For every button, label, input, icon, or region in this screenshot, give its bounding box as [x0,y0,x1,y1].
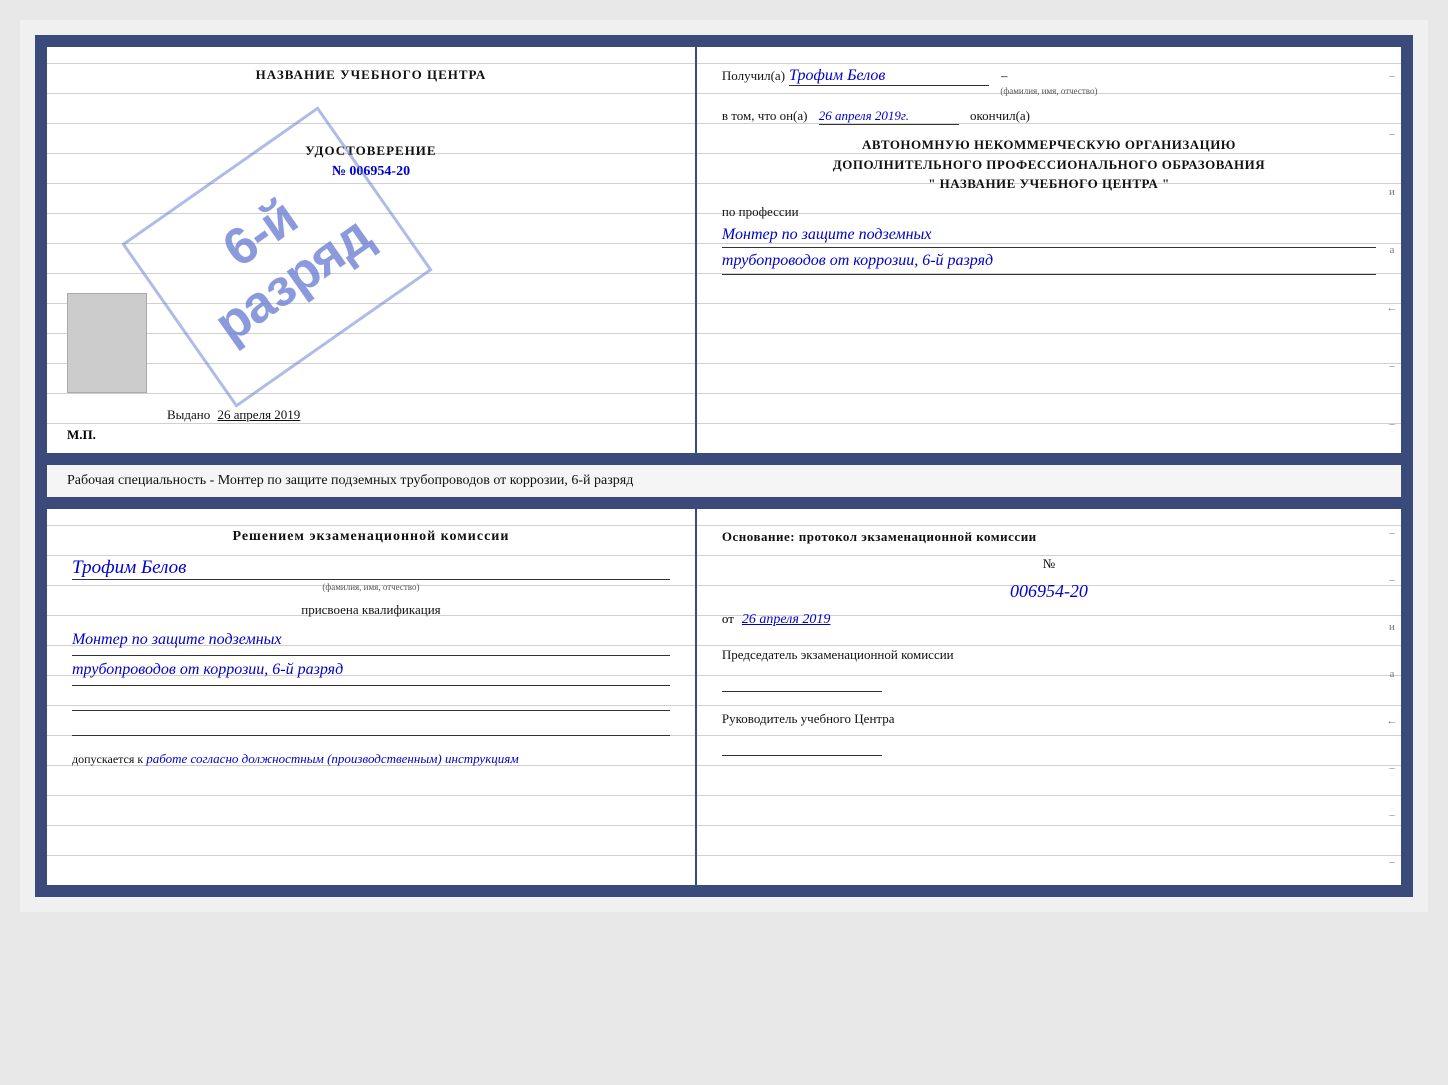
protocol-number-block: № 006954-20 [722,555,1376,602]
vydano-date: 26 апреля 2019 [218,407,301,422]
udost-label: УДОСТОВЕРЕНИЕ [72,143,670,159]
rukovoditel-label: Руководитель учебного Центра [722,710,1376,728]
poluchil-label: Получил(а) [722,68,785,83]
predsedatel-block: Председатель экзаменационной комиссии [722,646,1376,692]
dash-top: – [1001,68,1008,83]
profession-line1: Монтер по защите подземных [722,222,1376,249]
protocol-number: 006954-20 [722,581,1376,602]
org-block: АВТОНОМНУЮ НЕКОММЕРЧЕСКУЮ ОРГАНИЗАЦИЮ ДО… [722,135,1376,194]
cert-bottom-right: Основание: протокол экзаменационной коми… [697,509,1401,885]
certificate-bottom: Решением экзаменационной комиссии Трофим… [35,497,1413,897]
udost-section: УДОСТОВЕРЕНИЕ № 006954-20 [72,143,670,180]
side-dashes-bottom: ––иа←––– [1383,509,1401,885]
top-left-title: НАЗВАНИЕ УЧЕБНОГО ЦЕНТРА [72,67,670,83]
blank-line-1 [72,691,670,711]
okonchil-label: окончил(а) [970,108,1030,123]
vtom-row: в том, что он(а) 26 апреля 2019г. окончи… [722,108,1376,125]
predsedatel-label: Председатель экзаменационной комиссии [722,646,1376,664]
stamp-text: 6-й разряд [172,160,381,354]
qual-line1: Монтер по защите подземных [72,626,670,656]
org-line2: ДОПОЛНИТЕЛЬНОГО ПРОФЕССИОНАЛЬНОГО ОБРАЗО… [722,155,1376,175]
resheniem-title: Решением экзаменационной комиссии [72,529,670,545]
rukovoditel-sign-line [722,736,882,756]
qual-line2: трубопроводов от коррозии, 6-й разряд [72,656,670,686]
predsedatel-sign-line [722,672,882,692]
number-prefix: № [1043,556,1055,571]
side-dashes-top: ––иа←–– [1383,47,1401,453]
poluchil-row: Получил(а) Трофим Белов – (фамилия, имя,… [722,67,1376,96]
mp-label: М.П. [67,427,96,443]
cert-bottom-left: Решением экзаменационной комиссии Трофим… [47,509,697,885]
bottom-recipient-name: Трофим Белов [72,557,670,580]
po-professii-label: по профессии [722,204,1376,220]
rukovoditel-block: Руководитель учебного Центра [722,710,1376,756]
osnovanie-label: Основание: протокол экзаменационной коми… [722,529,1376,545]
certificate-top: НАЗВАНИЕ УЧЕБНОГО ЦЕНТРА 6-й разряд УДОС… [35,35,1413,465]
udost-number: № 006954-20 [72,164,670,180]
cert-left: НАЗВАНИЕ УЧЕБНОГО ЦЕНТРА 6-й разряд УДОС… [47,47,697,453]
dopusk-text: работе согласно должностным (производств… [146,751,518,766]
fio-hint-top: (фамилия, имя, отчество) [722,86,1376,96]
dopuskaetsya-block: допускается к работе согласно должностны… [72,751,670,767]
middle-text-content: Рабочая специальность - Монтер по защите… [67,473,633,488]
page-container: НАЗВАНИЕ УЧЕБНОГО ЦЕНТРА 6-й разряд УДОС… [20,20,1428,912]
org-line1: АВТОНОМНУЮ НЕКОММЕРЧЕСКУЮ ОРГАНИЗАЦИЮ [722,135,1376,155]
cert-right: Получил(а) Трофим Белов – (фамилия, имя,… [697,47,1401,453]
date-value-top: 26 апреля 2019г. [819,108,959,125]
photo-placeholder [67,293,147,393]
recipient-name-top: Трофим Белов [789,67,989,86]
bottom-fio-hint: (фамилия, имя, отчество) [72,582,670,592]
prisvoena-label: присвоена квалификация [72,602,670,618]
vydano-line: Выдано 26 апреля 2019 [167,407,300,423]
ot-label: от [722,611,734,626]
udost-number-value: 006954-20 [349,164,410,179]
profession-line2: трубопроводов от коррозии, 6-й разряд [722,248,1376,275]
ot-date: 26 апреля 2019 [742,612,830,627]
middle-text: Рабочая специальность - Монтер по защите… [35,465,1413,497]
ot-date-block: от 26 апреля 2019 [722,610,1376,628]
org-name-quoted: " НАЗВАНИЕ УЧЕБНОГО ЦЕНТРА " [722,174,1376,194]
blank-line-2 [72,716,670,736]
